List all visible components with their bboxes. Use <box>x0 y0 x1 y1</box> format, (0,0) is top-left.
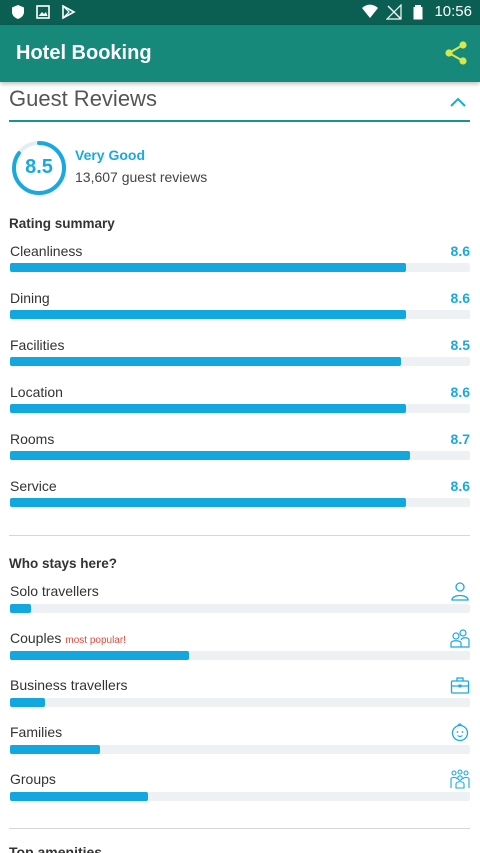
clock: 10:56 <box>434 3 472 20</box>
rating-bar-fill <box>10 404 406 413</box>
traveller-bar-fill <box>10 698 45 707</box>
baby-icon <box>451 723 469 742</box>
traveller-type-text: Groups <box>10 771 56 787</box>
rating-bar-fill <box>10 451 411 460</box>
divider <box>9 828 470 829</box>
who-stays-row: Couples most popular! <box>0 629 480 674</box>
next-section-title: Top amenities <box>9 844 103 853</box>
most-popular-tag: most popular! <box>65 635 126 646</box>
divider <box>9 535 470 536</box>
section-divider <box>9 120 470 122</box>
app-title: Hotel Booking <box>16 42 152 64</box>
couple-icon <box>450 629 470 648</box>
section-title: Guest Reviews <box>9 86 157 111</box>
rating-bar-fill <box>10 498 406 507</box>
rating-row: Location 8.6 <box>0 384 480 428</box>
traveller-type-label: Couples most popular! <box>10 630 126 646</box>
traveller-type-label: Business travellers <box>10 677 128 693</box>
rating-row: Service 8.6 <box>0 478 480 522</box>
play-store-icon <box>62 4 76 20</box>
traveller-type-text: Business travellers <box>10 677 128 693</box>
battery-icon <box>413 4 423 19</box>
who-stays-row: Business travellers <box>0 677 480 721</box>
rating-score: 8.5 <box>450 337 470 353</box>
rating-row: Facilities 8.5 <box>0 337 480 381</box>
rating-summary-title: Rating summary <box>9 216 115 231</box>
rating-bar-fill <box>10 310 406 319</box>
traveller-bar-track <box>10 745 470 754</box>
who-stays-row: Families <box>0 723 480 768</box>
rating-label: Rooms <box>10 431 55 447</box>
traveller-type-label: Families <box>10 724 62 740</box>
traveller-type-label: Solo travellers <box>10 583 99 599</box>
status-bar: 10:56 <box>0 0 480 25</box>
traveller-type-text: Couples <box>10 630 62 646</box>
rating-row: Cleanliness 8.6 <box>0 243 480 287</box>
rating-label: Service <box>10 478 57 494</box>
overall-score: 8.5 <box>25 156 53 178</box>
traveller-bar-fill <box>10 604 31 613</box>
rating-label: Location <box>10 384 63 400</box>
rating-row: Rooms 8.7 <box>0 431 480 475</box>
rating-label: Cleanliness <box>10 243 83 259</box>
traveller-bar-fill <box>10 792 148 801</box>
rating-bar-track <box>10 357 470 366</box>
rating-bar-track <box>10 404 470 413</box>
traveller-type-label: Groups <box>10 771 56 787</box>
traveller-type-text: Solo travellers <box>10 583 99 599</box>
briefcase-icon <box>450 677 470 694</box>
rating-bar-track <box>10 310 470 319</box>
share-icon[interactable] <box>442 39 470 67</box>
traveller-bar-track <box>10 792 470 801</box>
image-icon <box>36 5 50 19</box>
rating-score: 8.6 <box>450 478 470 494</box>
rating-score: 8.7 <box>450 431 470 447</box>
rating-bar-track <box>10 451 470 460</box>
traveller-bar-fill <box>10 745 100 754</box>
rating-score: 8.6 <box>450 384 470 400</box>
rating-bar-fill <box>10 263 406 272</box>
rating-bar-track <box>10 498 470 507</box>
traveller-type-text: Families <box>10 724 63 740</box>
traveller-bar-track <box>10 698 470 707</box>
chevron-up-icon[interactable] <box>448 94 468 110</box>
score-word: Very Good <box>75 147 146 163</box>
rating-score: 8.6 <box>450 243 470 259</box>
traveller-bar-track <box>10 651 470 660</box>
person-icon <box>451 582 469 601</box>
wifi-icon <box>362 4 379 18</box>
no-signal-icon <box>386 3 403 20</box>
traveller-bar-fill <box>10 651 190 660</box>
rating-label: Dining <box>10 290 50 306</box>
review-count[interactable]: 13,607 guest reviews <box>75 169 207 185</box>
rating-row: Dining 8.6 <box>0 290 480 334</box>
rating-bar-track <box>10 263 470 272</box>
rating-label: Facilities <box>10 337 65 353</box>
rating-bar-fill <box>10 357 401 366</box>
app-bar: Hotel Booking <box>0 25 480 82</box>
shield-icon <box>12 5 24 19</box>
who-stays-row: Solo travellers <box>0 582 480 627</box>
rating-score: 8.6 <box>450 290 470 306</box>
group-icon <box>450 769 470 789</box>
who-stays-row: Groups <box>0 769 480 815</box>
who-stays-title: Who stays here? <box>9 556 118 571</box>
traveller-bar-track <box>10 604 470 613</box>
